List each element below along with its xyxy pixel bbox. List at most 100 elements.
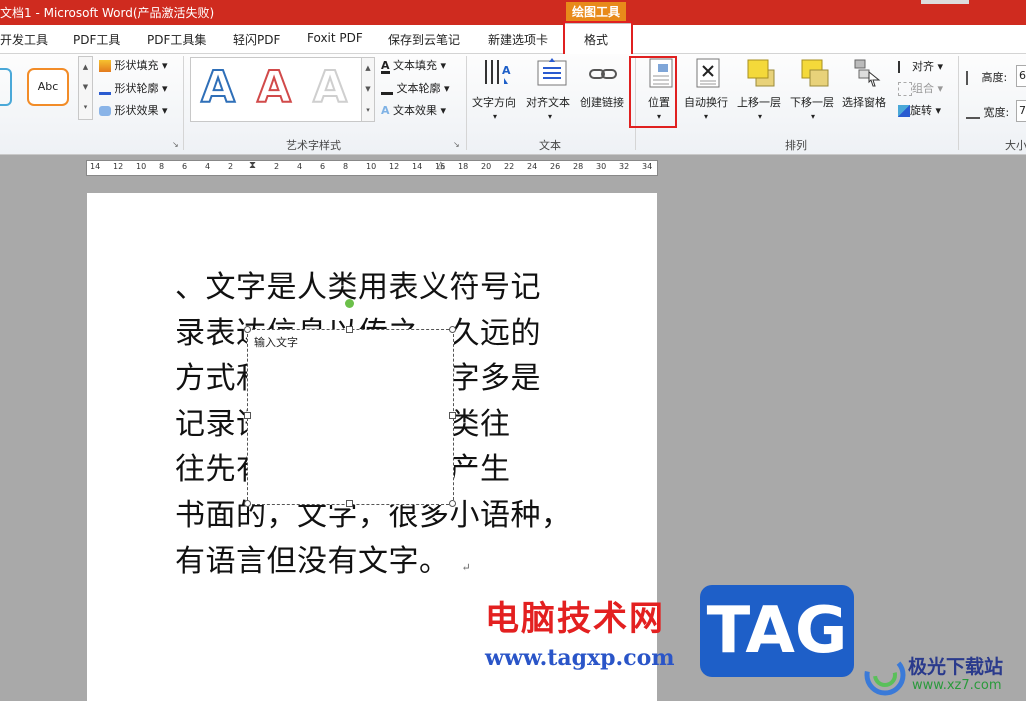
ribbon: Abc ▲ ▼ ▾ 形状填充 ▾ 形状轮廓 ▾ 形状效果 ▾ ↘ A A A ▲… xyxy=(0,54,1026,155)
highlight-format-tab xyxy=(563,21,633,56)
rotate-label: 旋转 xyxy=(910,104,932,117)
shape-style-preset-abc[interactable]: Abc xyxy=(27,68,69,106)
wrap-text-icon xyxy=(696,58,720,88)
height-icon xyxy=(966,71,978,85)
selection-pane-button[interactable]: 选择窗格 xyxy=(842,94,886,110)
window-control-button[interactable] xyxy=(921,0,969,4)
rotate-button[interactable]: 旋转 ▾ xyxy=(898,102,941,118)
wordart-group-label: 艺术字样式 xyxy=(286,139,341,152)
shape-style-sample-label: Abc xyxy=(37,80,59,93)
resize-handle-bottom[interactable] xyxy=(346,500,353,507)
group-icon xyxy=(898,82,912,96)
ruler-number: 26 xyxy=(550,162,561,171)
arrange-group-label: 排列 xyxy=(785,139,807,152)
shape-fill-label: 形状填充 xyxy=(114,59,159,72)
resize-handle-top-right[interactable] xyxy=(449,326,456,333)
ruler-number: 12 xyxy=(113,162,124,171)
ruler-number: 20 xyxy=(481,162,492,171)
align-label: 对齐 xyxy=(912,60,934,73)
text-box[interactable]: 输入文字 xyxy=(247,329,454,505)
align-text-button[interactable]: 对齐文本 xyxy=(526,94,570,110)
shape-fill-button[interactable]: 形状填充 ▾ xyxy=(99,57,168,73)
group-separator xyxy=(466,56,467,150)
text-direction-icon: A xyxy=(482,58,512,88)
create-link-button[interactable]: 创建链接 xyxy=(580,94,624,110)
right-indent-marker[interactable]: △ xyxy=(437,160,445,171)
paragraph-mark: ↵ xyxy=(461,560,472,574)
tab-save-cloud-notes[interactable]: 保存到云笔记 xyxy=(388,31,460,48)
watermark-site-name: 电脑技术网 xyxy=(485,599,665,639)
first-line-indent-marker[interactable]: ⧗ xyxy=(249,160,256,171)
swirl-logo-icon xyxy=(864,654,906,696)
text-fill-button[interactable]: A 文本填充 ▾ xyxy=(381,57,446,74)
resize-handle-left[interactable] xyxy=(244,412,251,419)
shape-style-scroll[interactable]: ▲ ▼ ▾ xyxy=(78,56,93,120)
ruler-number: 34 xyxy=(642,162,653,171)
bring-forward-button[interactable]: 上移一层 xyxy=(737,94,781,110)
ruler-number: 18 xyxy=(458,162,469,171)
align-icon xyxy=(898,61,912,73)
drawing-tools-context-tab: 绘图工具 xyxy=(566,2,626,22)
chain-link-icon xyxy=(588,62,618,86)
shape-effect-label: 形状效果 xyxy=(114,104,159,117)
bring-forward-icon xyxy=(746,58,776,88)
height-input[interactable]: 6 xyxy=(1016,65,1026,87)
text-fill-icon: A xyxy=(381,59,390,74)
shape-effect-button[interactable]: 形状效果 ▾ xyxy=(99,102,168,118)
dropdown-arrow-icon: ▾ xyxy=(704,112,709,121)
ruler-number: 28 xyxy=(573,162,584,171)
text-box-content[interactable]: 输入文字 xyxy=(254,334,298,350)
wordart-style-red[interactable]: A xyxy=(256,61,292,114)
send-backward-icon xyxy=(800,58,830,88)
ruler-number: 4 xyxy=(205,162,211,171)
resize-handle-top-left[interactable] xyxy=(244,326,251,333)
dialog-launcher-icon[interactable]: ↘ xyxy=(453,140,460,149)
send-backward-button[interactable]: 下移一层 xyxy=(790,94,834,110)
ruler-number: 10 xyxy=(136,162,147,171)
group-objects-button[interactable]: 组合 ▾ xyxy=(898,80,943,96)
resize-handle-bottom-left[interactable] xyxy=(244,500,251,507)
resize-handle-right[interactable] xyxy=(449,412,456,419)
text-group-label: 文本 xyxy=(539,139,561,152)
resize-handle-top[interactable] xyxy=(346,326,353,333)
rotation-handle[interactable] xyxy=(345,299,354,308)
text-line: 有语言但没有文字。 ↵ xyxy=(175,539,585,591)
height-field: 高度: xyxy=(966,69,1007,85)
tab-pdf-tools[interactable]: PDF工具 xyxy=(73,31,120,48)
wordart-gallery-scroll[interactable]: ▲ ▼ ▾ xyxy=(361,57,375,122)
dialog-launcher-icon[interactable]: ↘ xyxy=(172,140,179,149)
watermark-site-url: www.tagxp.com xyxy=(485,645,675,671)
shape-style-preset-1[interactable] xyxy=(0,68,12,106)
text-outline-label: 文本轮廓 xyxy=(396,82,441,95)
height-label: 高度: xyxy=(981,71,1008,84)
dropdown-arrow-icon: ▾ xyxy=(811,112,816,121)
ruler-number: 14 xyxy=(412,162,423,171)
tab-pdf-toolset[interactable]: PDF工具集 xyxy=(147,31,206,48)
text-direction-button[interactable]: 文字方向 xyxy=(472,94,516,110)
pencil-icon xyxy=(99,83,111,95)
wordart-style-blue[interactable]: A xyxy=(200,61,236,114)
text-effect-icon: A xyxy=(381,104,390,117)
dropdown-arrow-icon: ▾ xyxy=(493,112,498,121)
ruler-number: 12 xyxy=(389,162,400,171)
horizontal-ruler[interactable]: 14 12 10 8 6 4 2 2 4 6 8 10 12 14 16 18 20 22 24 26 28 30 32 34… xyxy=(86,160,658,176)
wordart-style-gallery[interactable]: A A A xyxy=(190,57,362,122)
tab-foxit-pdf[interactable]: Foxit PDF xyxy=(307,31,363,45)
text-effect-button[interactable]: A 文本效果 ▾ xyxy=(381,102,446,118)
shape-outline-button[interactable]: 形状轮廓 ▾ xyxy=(99,80,168,96)
ruler-number: 4 xyxy=(297,162,303,171)
ruler-number: 6 xyxy=(320,162,326,171)
text-outline-button[interactable]: 文本轮廓 ▾ xyxy=(381,80,450,96)
ruler-number: 32 xyxy=(619,162,630,171)
svg-text:A: A xyxy=(502,64,511,77)
align-button[interactable]: 对齐 ▾ xyxy=(898,58,943,74)
tab-light-pdf[interactable]: 轻闪PDF xyxy=(233,31,280,48)
group-label: 组合 xyxy=(912,82,934,95)
ruler-number: 24 xyxy=(527,162,538,171)
width-input[interactable]: 7 xyxy=(1016,100,1026,122)
wrap-text-button[interactable]: 自动换行 xyxy=(684,94,728,110)
tab-developer[interactable]: 开发工具 xyxy=(0,31,48,48)
tab-new-tab[interactable]: 新建选项卡 xyxy=(488,31,548,48)
wordart-style-gray[interactable]: A xyxy=(312,61,348,114)
resize-handle-bottom-right[interactable] xyxy=(449,500,456,507)
